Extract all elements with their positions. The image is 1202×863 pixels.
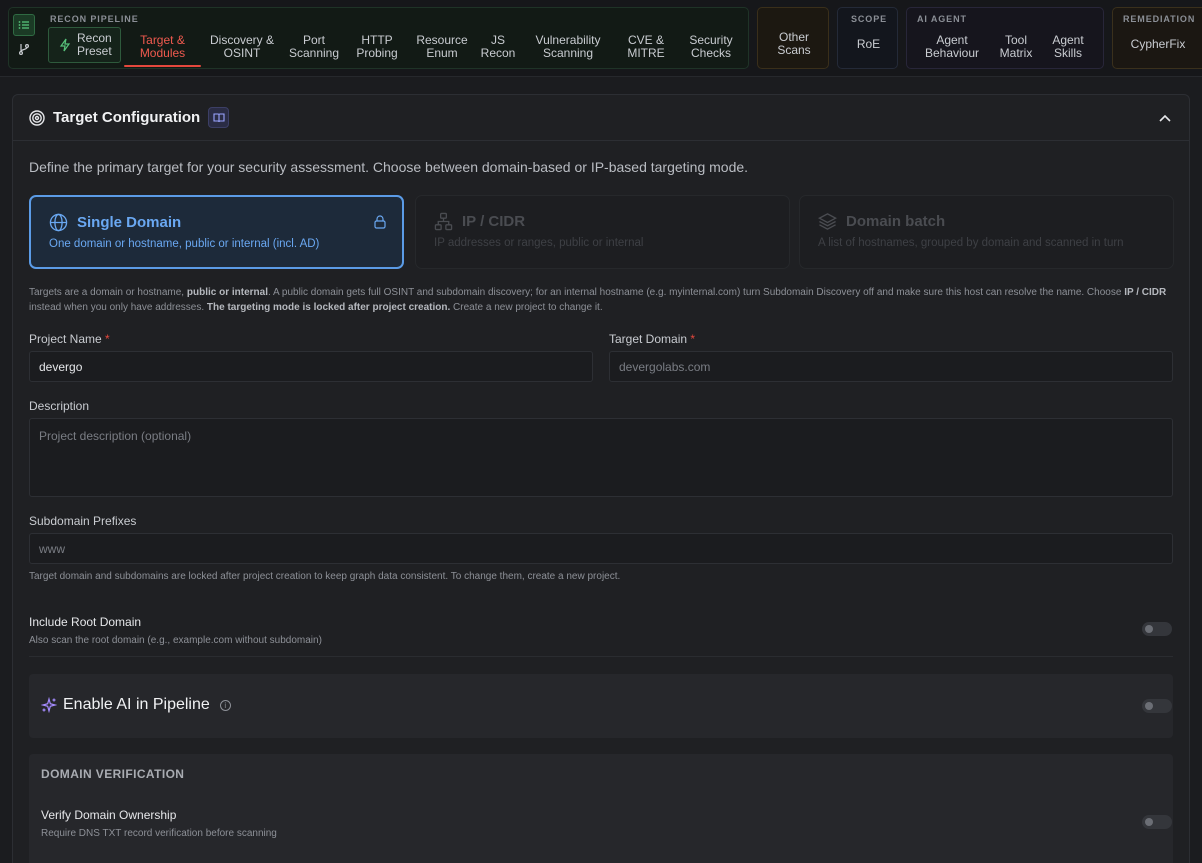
description-textarea[interactable]: Project description (optional) <box>29 418 1173 497</box>
targeting-note: Targets are a domain or hostname, public… <box>29 287 1167 313</box>
scope-label: SCOPE <box>851 14 888 24</box>
subdomain-prefixes-label: Subdomain Prefixes <box>29 514 137 528</box>
include-root-domain-title: Include Root Domain <box>29 615 142 629</box>
tab-http-probing[interactable]: HTTP Probing <box>350 30 404 64</box>
mode-subtitle: A list of hostnames, grouped by domain a… <box>818 237 1124 249</box>
docs-button[interactable] <box>208 107 230 128</box>
mode-single-domain[interactable]: Single Domain One domain or hostname, pu… <box>29 195 404 269</box>
recon-pipeline-label: RECON PIPELINE <box>50 14 139 24</box>
divider <box>29 656 1173 657</box>
network-icon <box>434 212 453 231</box>
verify-ownership-toggle[interactable] <box>1142 815 1172 829</box>
tab-cypherfix[interactable]: CypherFix <box>1113 34 1202 54</box>
scope-group: SCOPE RoE <box>837 7 898 69</box>
layers-icon <box>818 213 837 230</box>
enable-ai-section: Enable AI in Pipeline i <box>29 674 1173 738</box>
mode-title: Single Domain <box>77 214 182 231</box>
collapse-button[interactable] <box>1155 108 1175 128</box>
project-name-label: Project Name * <box>29 332 110 346</box>
mode-ip-cidr[interactable]: IP / CIDR IP addresses or ranges, public… <box>415 195 790 269</box>
globe-icon <box>49 213 68 232</box>
tab-other-scans[interactable]: Other Scans <box>758 22 830 66</box>
subdomain-hint: Target domain and subdomains are locked … <box>29 571 621 582</box>
enable-ai-toggle[interactable] <box>1142 699 1172 713</box>
include-root-domain-toggle[interactable] <box>1142 622 1172 636</box>
remediation-group: REMEDIATION CypherFix <box>1112 7 1202 69</box>
tab-cve-mitre[interactable]: CVE & MITRE <box>621 30 671 64</box>
tab-agent-behaviour[interactable]: Agent Behaviour <box>921 30 983 64</box>
panel-title: Target Configuration <box>53 109 201 126</box>
tab-port-scanning[interactable]: Port Scanning <box>285 30 343 64</box>
tab-tool-matrix[interactable]: Tool Matrix <box>995 30 1037 64</box>
recon-pipeline-group: RECON PIPELINE Recon Preset Target & Mod… <box>8 7 749 69</box>
recon-preset-button[interactable]: Recon Preset <box>48 27 121 63</box>
ai-agent-group: AI AGENT Agent Behaviour Tool Matrix Age… <box>906 7 1104 69</box>
mode-subtitle: One domain or hostname, public or intern… <box>49 238 320 250</box>
remediation-label: REMEDIATION <box>1123 14 1196 24</box>
mode-title: Domain batch <box>846 213 946 230</box>
mode-domain-batch[interactable]: Domain batch A list of hostnames, groupe… <box>799 195 1174 269</box>
target-icon <box>29 109 45 126</box>
target-domain-input[interactable]: devergolabs.com <box>609 351 1173 382</box>
panel-header[interactable]: Target Configuration <box>13 95 1189 141</box>
mode-title: IP / CIDR <box>462 213 526 230</box>
project-name-input[interactable]: devergo <box>29 351 593 382</box>
ai-agent-label: AI AGENT <box>917 14 967 24</box>
top-navigation: RECON PIPELINE Recon Preset Target & Mod… <box>0 0 1202 77</box>
target-configuration-panel: Target Configuration Define the primary … <box>12 94 1190 863</box>
list-view-icon[interactable] <box>13 14 35 36</box>
recon-preset-label: Recon Preset <box>77 31 112 58</box>
tab-agent-skills[interactable]: Agent Skills <box>1047 30 1089 64</box>
target-domain-label: Target Domain * <box>609 332 696 346</box>
tab-resource-enum[interactable]: Resource Enum <box>411 30 473 64</box>
tab-vulnerability-scanning[interactable]: Vulnerability Scanning <box>526 30 610 64</box>
mode-subtitle: IP addresses or ranges, public or intern… <box>434 237 644 249</box>
lightning-icon <box>59 38 71 52</box>
tab-discovery-osint[interactable]: Discovery & OSINT <box>205 30 279 64</box>
domain-verification-heading: DOMAIN VERIFICATION <box>41 767 185 781</box>
tab-js-recon[interactable]: JS Recon <box>478 30 518 64</box>
other-scans-group: Other Scans <box>757 7 829 69</box>
sparkles-icon <box>41 697 57 713</box>
verify-ownership-subtitle: Require DNS TXT record verification befo… <box>41 828 277 839</box>
git-branch-icon[interactable] <box>13 38 35 60</box>
intro-text: Define the primary target for your secur… <box>29 159 749 175</box>
description-label: Description <box>29 399 90 413</box>
info-icon[interactable]: i <box>219 699 231 711</box>
domain-verification-section: DOMAIN VERIFICATION Verify Domain Owners… <box>29 754 1173 863</box>
tab-security-checks[interactable]: Security Checks <box>681 30 741 64</box>
verify-ownership-title: Verify Domain Ownership <box>41 808 177 822</box>
include-root-domain-subtitle: Also scan the root domain (e.g., example… <box>29 635 322 646</box>
lock-icon <box>374 215 386 229</box>
subdomain-prefixes-input[interactable]: www <box>29 533 1173 564</box>
enable-ai-title: Enable AI in Pipeline <box>63 696 210 713</box>
book-icon <box>213 112 225 122</box>
chevron-up-icon <box>1159 114 1171 122</box>
tab-roe[interactable]: RoE <box>838 34 899 54</box>
tab-target-modules[interactable]: Target & Modules <box>124 30 201 67</box>
